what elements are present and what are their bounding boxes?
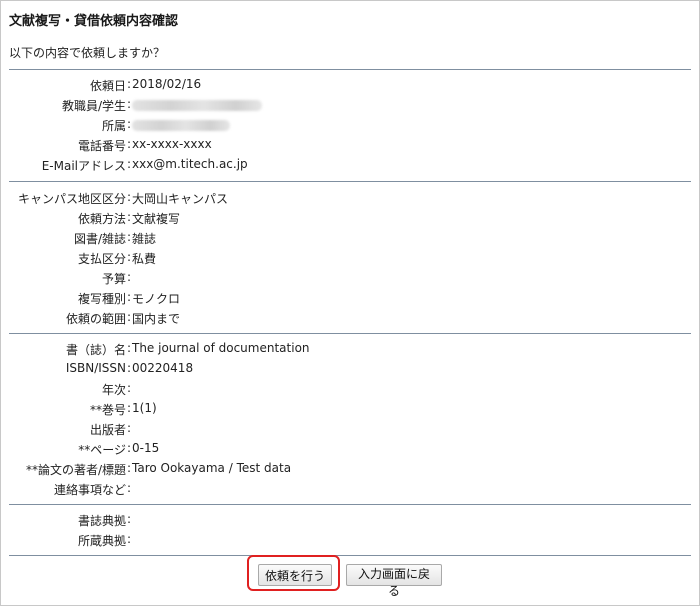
field-label: ISBN/ISSN <box>65 361 126 375</box>
field-colon: : <box>127 361 132 375</box>
field-label: 出版者 <box>89 423 126 437</box>
field-value: The journal of documentation <box>132 341 310 355</box>
field-row-staff-student: 教職員/学生 : <box>1 97 691 117</box>
field-row-campus: キャンパス地区区分 : 大岡山キャンパス <box>1 190 691 210</box>
field-label: 依頼の範囲 <box>65 312 126 326</box>
field-label: 依頼方法 <box>77 212 126 226</box>
field-row-author-title: **論文の著者/標題 : Taro Ookayama / Test data <box>1 461 691 481</box>
field-colon: : <box>127 210 132 224</box>
field-colon: : <box>127 97 132 111</box>
field-label: 複写種別 <box>77 292 126 306</box>
field-colon: : <box>127 481 132 495</box>
field-label: 予算 <box>101 272 126 286</box>
field-label: 年次 <box>101 383 126 397</box>
confirmation-panel: 文献複写・貸借依頼内容確認 以下の内容で依頼しますか？ 依頼日 : 2018/0… <box>0 0 700 606</box>
field-label: **巻号 <box>89 403 126 417</box>
field-row-notes: 連絡事項など : <box>1 481 691 501</box>
field-row-budget: 予算 : <box>1 270 691 290</box>
divider <box>9 181 691 182</box>
back-to-input-button[interactable]: 入力画面に戻る <box>346 564 442 598</box>
field-colon: : <box>127 441 132 455</box>
field-colon: : <box>127 290 132 304</box>
field-row-book-journal: 図書/雑誌 : 雑誌 <box>1 230 691 250</box>
field-row-title: 書（誌）名 : The journal of documentation <box>1 341 691 361</box>
divider <box>9 69 691 70</box>
field-colon: : <box>127 77 132 91</box>
field-label: 所蔵典拠 <box>77 534 126 548</box>
field-value: Taro Ookayama / Test data <box>132 461 292 475</box>
field-label: 書（誌）名 <box>65 343 126 357</box>
field-value: モノクロ <box>132 292 181 306</box>
field-colon: : <box>127 341 132 355</box>
confirm-question: 以下の内容で依頼しますか？ <box>9 46 166 60</box>
field-label: 電話番号 <box>77 139 126 153</box>
field-value: 2018/02/16 <box>132 77 202 91</box>
field-colon: : <box>127 461 132 475</box>
field-colon: : <box>127 381 132 395</box>
field-row-email: E-Mailアドレス : xxx@m.titech.ac.jp <box>1 157 691 177</box>
field-label: 依頼日 <box>89 79 126 93</box>
page-title: 文献複写・貸借依頼内容確認 <box>9 14 179 29</box>
redacted-value <box>132 97 262 114</box>
field-row-payment: 支払区分 : 私費 <box>1 250 691 270</box>
submit-request-button[interactable]: 依頼を行う <box>258 564 332 586</box>
field-colon: : <box>127 157 132 171</box>
field-label: 支払区分 <box>77 252 126 266</box>
field-colon: : <box>127 401 132 415</box>
field-row-copy-type: 複写種別 : モノクロ <box>1 290 691 310</box>
redacted-value <box>132 117 230 134</box>
field-label: **ページ <box>78 443 126 457</box>
field-row-phone: 電話番号 : xx-xxxx-xxxx <box>1 137 691 157</box>
field-row-pages: **ページ : 0-15 <box>1 441 691 461</box>
field-value: 国内まで <box>132 312 181 326</box>
field-value: 1(1) <box>132 401 157 415</box>
field-row-affiliation: 所属 : <box>1 117 691 137</box>
field-colon: : <box>127 270 132 284</box>
field-colon: : <box>127 532 132 546</box>
field-value: xx-xxxx-xxxx <box>132 137 212 151</box>
field-value: xxx@m.titech.ac.jp <box>132 157 248 171</box>
field-colon: : <box>127 421 132 435</box>
field-value: 雑誌 <box>132 232 157 246</box>
field-colon: : <box>127 310 132 324</box>
button-bar: 依頼を行う 入力画面に戻る <box>1 562 700 598</box>
divider <box>9 504 691 505</box>
field-row-isbn-issn: ISBN/ISSN : 00220418 <box>1 361 691 381</box>
field-row-request-method: 依頼方法 : 文献複写 <box>1 210 691 230</box>
field-label: 連絡事項など <box>53 483 126 497</box>
field-colon: : <box>127 512 132 526</box>
field-row-holding-source: 所蔵典拠 : <box>1 532 691 552</box>
field-label: E-Mailアドレス <box>41 159 126 173</box>
field-row-request-date: 依頼日 : 2018/02/16 <box>1 77 691 97</box>
field-value: 文献複写 <box>132 212 181 226</box>
field-row-bib-source: 書誌典拠 : <box>1 512 691 532</box>
field-label: 図書/雑誌 <box>73 232 126 246</box>
field-label: **論文の著者/標題 <box>25 463 126 477</box>
field-value: 私費 <box>132 252 157 266</box>
field-label: キャンパス地区区分 <box>17 192 126 206</box>
divider <box>9 555 691 556</box>
field-row-publisher: 出版者 : <box>1 421 691 441</box>
field-colon: : <box>127 117 132 131</box>
field-row-scope: 依頼の範囲 : 国内まで <box>1 310 691 330</box>
field-value: 00220418 <box>132 361 194 375</box>
field-row-volume: **巻号 : 1(1) <box>1 401 691 421</box>
divider <box>9 333 691 334</box>
field-colon: : <box>127 230 132 244</box>
field-label: 教職員/学生 <box>61 99 126 113</box>
field-value: 0-15 <box>132 441 160 455</box>
field-label: 所属 <box>101 119 126 133</box>
field-colon: : <box>127 250 132 264</box>
field-label: 書誌典拠 <box>77 514 126 528</box>
field-colon: : <box>127 137 132 151</box>
field-row-year: 年次 : <box>1 381 691 401</box>
field-colon: : <box>127 190 132 204</box>
field-value: 大岡山キャンパス <box>132 192 229 206</box>
